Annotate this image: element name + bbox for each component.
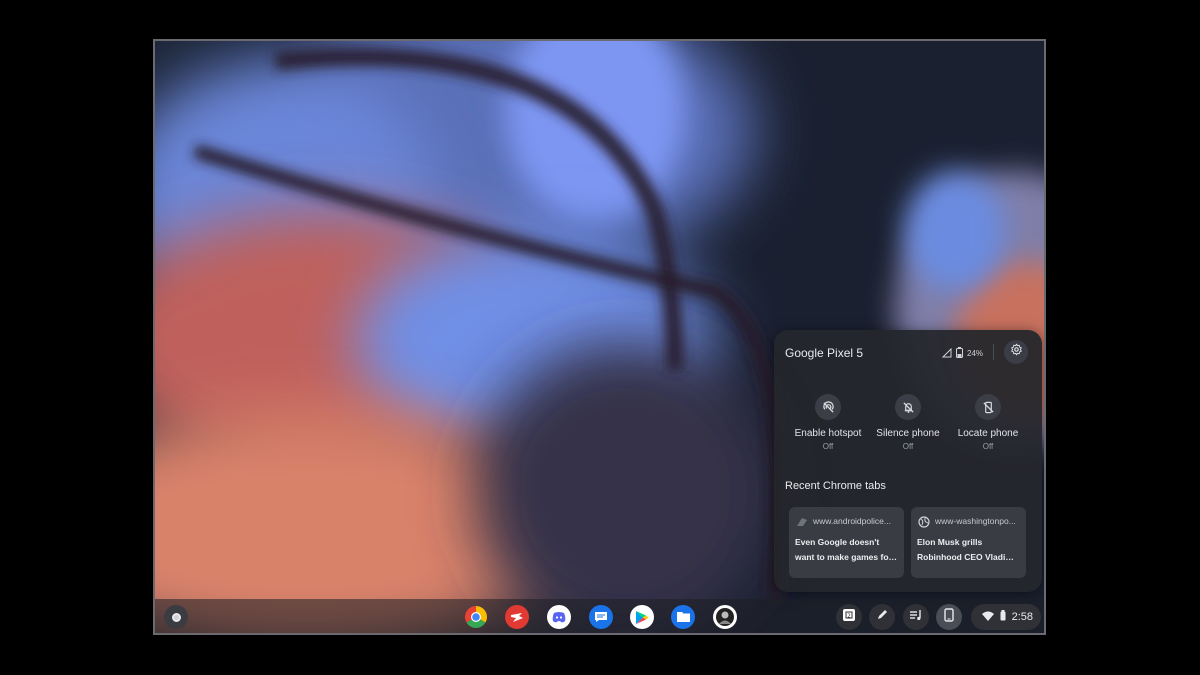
status-divider: [993, 344, 994, 360]
globe-icon: [918, 515, 930, 528]
feature-state: Off: [982, 442, 994, 451]
stylus-button[interactable]: [869, 604, 895, 630]
feature-label: Locate phone: [957, 428, 1019, 439]
svg-text:2: 2: [847, 613, 851, 619]
phone-name: Google Pixel 5: [785, 346, 864, 360]
clock: 2:58: [1011, 611, 1033, 623]
android-police-favicon-icon: [796, 515, 808, 527]
launcher-button[interactable]: [164, 605, 188, 629]
battery-percent: 24%: [967, 349, 984, 358]
avatar-app-icon[interactable]: [713, 605, 737, 629]
discord-icon[interactable]: [547, 605, 571, 629]
tab-title-line2: Robinhood CEO Vladimi...: [917, 552, 1021, 562]
recent-tab-card[interactable]: www.androidpolice... Even Google doesn't…: [789, 507, 904, 578]
stylus-icon: [876, 608, 888, 626]
feature-label: Enable hotspot: [794, 428, 862, 439]
feature-label: Silence phone: [876, 428, 940, 439]
messages-icon[interactable]: [589, 605, 613, 629]
launcher-icon: [171, 612, 181, 622]
phone-hub-settings-button[interactable]: [1004, 340, 1028, 364]
feature-state: Off: [902, 442, 914, 451]
feature-state: Off: [822, 442, 834, 451]
enable-hotspot-toggle[interactable]: Enable hotspot Off: [788, 394, 868, 451]
stadia-icon[interactable]: [505, 605, 529, 629]
clipboard-button[interactable]: 2: [836, 604, 862, 630]
tab-title-line1: Even Google doesn't: [795, 537, 880, 547]
hotspot-off-icon: [815, 394, 841, 420]
phone-status: 24%: [941, 347, 984, 360]
wifi-icon: [981, 608, 994, 626]
tab-title-line2: want to make games for ...: [795, 552, 899, 562]
battery-icon: [956, 347, 963, 360]
tab-url: www.androidpolice...: [813, 516, 891, 526]
tab-url: www-washingtonpo...: [935, 516, 1016, 526]
gear-icon: [1010, 343, 1023, 361]
phone-hub-button[interactable]: [936, 604, 962, 630]
silence-phone-toggle[interactable]: Silence phone Off: [868, 394, 948, 451]
recent-chrome-tabs-heading: Recent Chrome tabs: [785, 480, 886, 492]
locate-phone-off-icon: [975, 394, 1001, 420]
clipboard-icon: 2: [841, 607, 857, 628]
play-store-icon[interactable]: [630, 605, 654, 629]
status-area[interactable]: 2:58: [971, 604, 1041, 630]
files-icon[interactable]: [671, 605, 695, 629]
chrome-icon[interactable]: [464, 605, 488, 629]
phone-hub-icon: [944, 607, 954, 627]
tab-title-line1: Elon Musk grills: [917, 537, 983, 547]
media-controls-button[interactable]: [903, 604, 929, 630]
battery-icon: [1000, 608, 1006, 626]
chromeos-desktop: Google Pixel 5 24% Enable hotspot Off Si…: [153, 39, 1046, 635]
recent-tab-card[interactable]: www-washingtonpo... Elon Musk grills Rob…: [911, 507, 1026, 578]
locate-phone-toggle[interactable]: Locate phone Off: [948, 394, 1028, 451]
signal-icon: [941, 347, 952, 360]
bell-off-icon: [895, 394, 921, 420]
phone-hub-panel: Google Pixel 5 24% Enable hotspot Off Si…: [774, 330, 1042, 592]
shelf: 2 2:58: [155, 599, 1044, 633]
media-queue-icon: [909, 608, 923, 626]
